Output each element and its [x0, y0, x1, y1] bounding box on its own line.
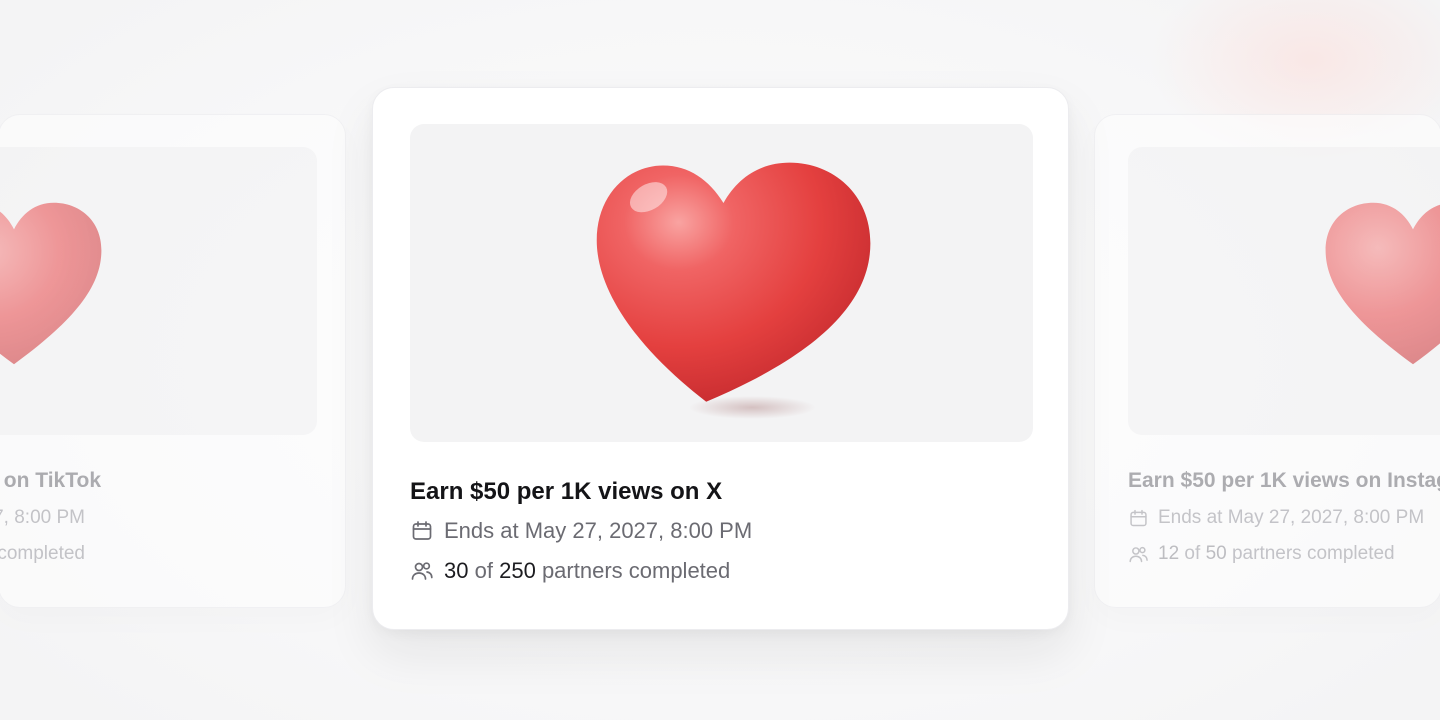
partners-completed-label: partners completed — [1231, 543, 1395, 564]
heart-icon — [1325, 202, 1440, 365]
partners-completed-label: partners completed — [0, 543, 85, 564]
end-date-row: Ends at May 27, 2027, 8:00 PM — [1128, 507, 1424, 529]
campaign-title: Earn $50 per 1K views on TikTok — [0, 469, 101, 492]
calendar-icon — [412, 521, 432, 540]
end-date-row: Ends at May 27, 2027, 8:00 PM — [0, 507, 85, 529]
partners-done-count: 12 — [1158, 543, 1180, 564]
partners-row: partners completed — [0, 543, 85, 565]
heart-icon — [0, 202, 102, 365]
users-icon — [411, 562, 433, 580]
campaign-title: Earn $50 per 1K views on X — [410, 478, 723, 505]
campaign-card-tiktok[interactable]: Earn $50 per 1K views on TikTok Ends at … — [0, 114, 346, 608]
partners-done-count: 30 — [444, 558, 469, 583]
partners-total-count: 250 — [499, 558, 536, 583]
campaign-carousel: Earn $50 per 1K views on TikTok Ends at … — [0, 0, 1440, 720]
end-date-text: Ends at May 27, 2027, 8:00 PM — [0, 507, 85, 528]
heart-icon — [596, 162, 871, 419]
users-icon — [1129, 546, 1148, 562]
end-date-text: Ends at May 27, 2027, 8:00 PM — [444, 518, 753, 543]
partners-row: 30 of 250 partners completed — [410, 558, 730, 584]
partners-of-text: of — [1184, 543, 1201, 564]
end-date-row: Ends at May 27, 2027, 8:00 PM — [410, 518, 752, 544]
partners-row: 12 of 50 partners completed — [1128, 543, 1395, 565]
campaign-image — [410, 124, 1033, 442]
calendar-icon — [1130, 509, 1147, 526]
partners-total-count: 50 — [1205, 543, 1227, 564]
campaign-card-x[interactable]: Earn $50 per 1K views on X Ends at May 2… — [372, 87, 1069, 630]
campaign-title: Earn $50 per 1K views on Instagram — [1128, 469, 1440, 492]
campaign-image — [0, 147, 317, 435]
campaign-image — [1128, 147, 1440, 435]
partners-completed-label: partners completed — [541, 558, 731, 583]
partners-of-text: of — [474, 558, 493, 583]
end-date-text: Ends at May 27, 2027, 8:00 PM — [1158, 507, 1425, 528]
campaign-card-instagram[interactable]: Earn $50 per 1K views on Instagram Ends … — [1094, 114, 1440, 608]
